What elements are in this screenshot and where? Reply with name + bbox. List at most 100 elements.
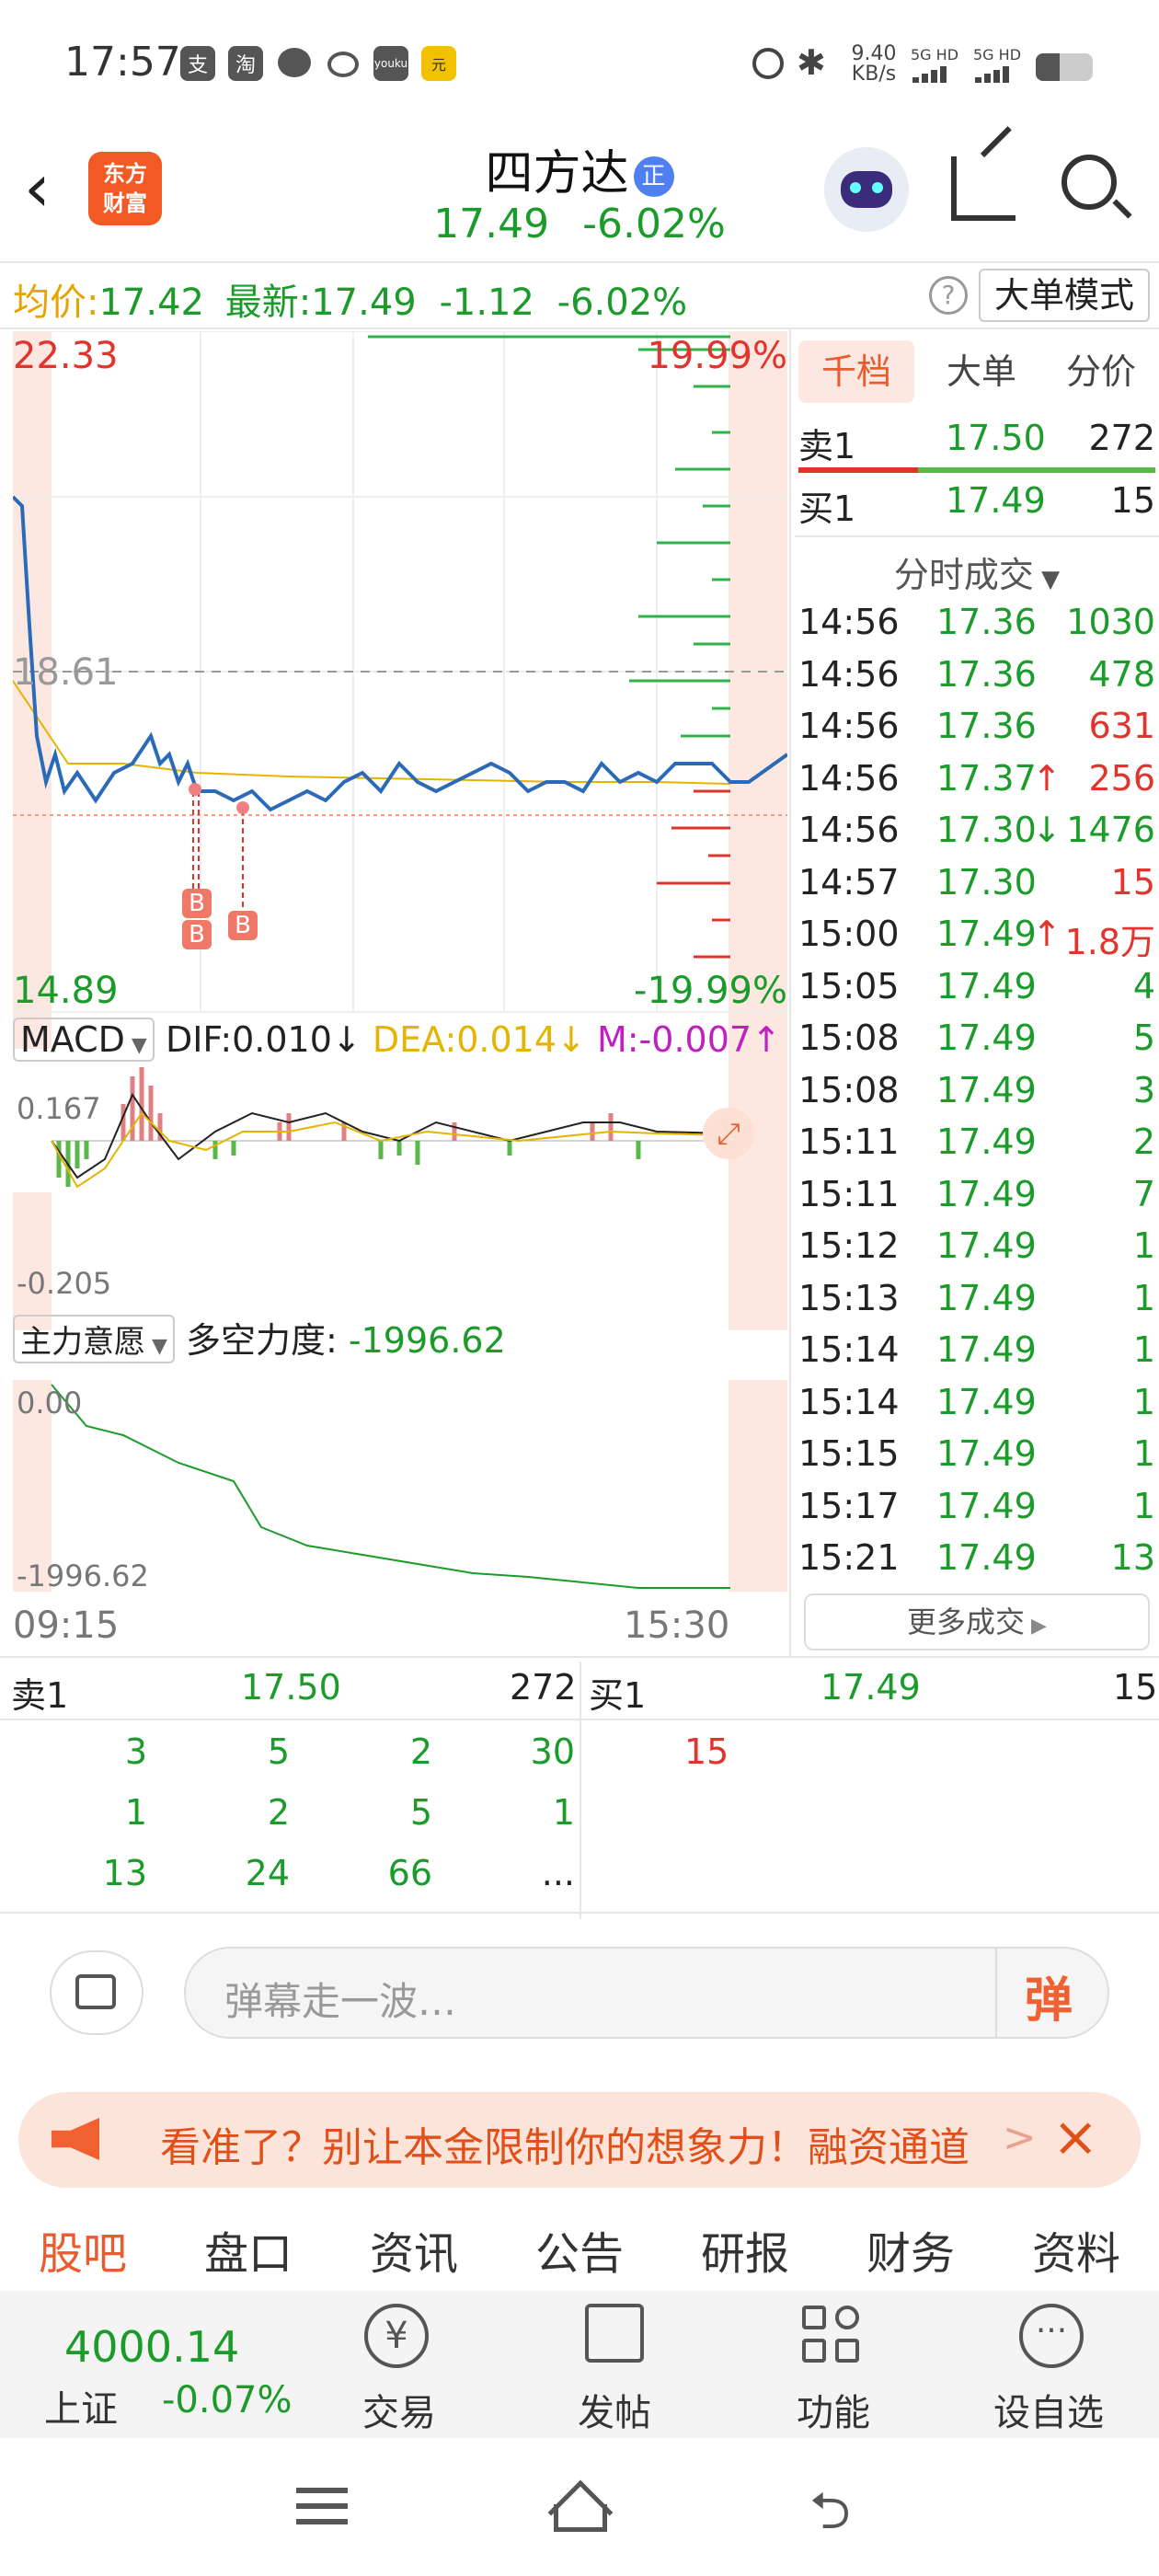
tick-volume: 1.8万 [1064, 922, 1155, 962]
battery-icon [1036, 53, 1093, 81]
ob-sell-cell: 1 [124, 1792, 147, 1833]
bottom-tab[interactable]: 股吧 [0, 2217, 166, 2282]
tick-volume: 256 [1088, 757, 1155, 799]
ob-sell-cell: 13 [102, 1853, 147, 1893]
expand-icon[interactable]: ⤢ [703, 1108, 754, 1159]
alipay-icon: 支 [180, 46, 215, 81]
grid-icon[interactable] [802, 2306, 861, 2364]
tick-volume: 7 [1132, 1173, 1155, 1214]
yen-icon[interactable]: ¥ [364, 2304, 429, 2368]
tick-price: 17.36 [936, 706, 1037, 746]
youku-icon: youku [373, 46, 408, 81]
more-icon[interactable]: ··· [1019, 2304, 1084, 2368]
macd-top-label: 0.167 [17, 1091, 101, 1126]
share-icon[interactable] [951, 126, 1016, 221]
tick-time: 14:56 [798, 810, 900, 850]
buy1-row: 买1 17.49 15 [798, 480, 1155, 535]
tick-price: 17.49 [936, 914, 1037, 954]
bottom-tab[interactable]: 公告 [497, 2217, 662, 2282]
watchlist-label[interactable]: 设自选 [993, 2383, 1104, 2436]
more-trades-button[interactable]: 更多成交 ▶ [804, 1593, 1150, 1650]
post-label[interactable]: 发帖 [578, 2383, 651, 2436]
ob-sell-row: 3 5 2 30 [0, 1731, 580, 1792]
chart-low-pct-label: -19.99% [634, 970, 787, 1012]
tick-price: 17.30 [936, 810, 1037, 850]
tick-price: 17.49 [936, 1277, 1037, 1318]
index-widget[interactable]: 4000.14 [64, 2322, 239, 2372]
menu-icon[interactable] [296, 2488, 348, 2528]
tick-arrow: ↑ [1032, 757, 1061, 799]
help-icon[interactable]: ? [929, 276, 968, 315]
comment-settings-button[interactable] [50, 1950, 143, 2035]
function-label[interactable]: 功能 [797, 2383, 870, 2436]
tick-price: 17.36 [936, 653, 1037, 695]
signal-2-icon [975, 64, 1019, 83]
macd-selector[interactable]: MACD ▼ [13, 1018, 155, 1062]
app-icon: 元 [421, 46, 456, 81]
chart-ref-label: 18.61 [13, 651, 119, 694]
zl-selector[interactable]: 主力意愿 ▼ [13, 1315, 175, 1363]
ratio-bar [798, 467, 1155, 473]
chart-high-label: 22.33 [13, 335, 119, 377]
sell1-label: 卖1 [798, 426, 856, 466]
tick-price: 17.49 [936, 1537, 1037, 1578]
macd-m: M:-0.007 [596, 1019, 752, 1060]
stock-name: 四方达 [485, 146, 629, 201]
chart-high-pct-label: 19.99% [647, 335, 787, 377]
big-order-mode-button[interactable]: 大单模式 [979, 269, 1150, 322]
tick-volume: 1 [1132, 1381, 1155, 1422]
ob-buy-cell: 15 [684, 1731, 729, 1772]
tick-time: 15:11 [798, 1173, 900, 1214]
stock-price: 17.49 [433, 201, 550, 247]
tab-qiandang[interactable]: 千档 [798, 340, 914, 403]
tick-price: 17.49 [936, 1381, 1037, 1422]
bottom-tab[interactable]: 研报 [662, 2217, 828, 2282]
buy-marker-2[interactable]: B [182, 920, 212, 949]
latest-label: 最新: [224, 282, 312, 324]
ob-sell-label: 卖1 [11, 1675, 69, 1716]
ob-sell-cell: 66 [387, 1853, 432, 1893]
zl-bottom-label: -1996.62 [17, 1558, 149, 1593]
tab-fenjia[interactable]: 分价 [1043, 340, 1159, 403]
bottom-tab[interactable]: 资讯 [331, 2217, 497, 2282]
chart-area: 22.33 19.99% 18.61 14.89 -19.99% B B B M… [13, 331, 787, 1656]
macd-dif: DIF:0.010 [165, 1019, 332, 1060]
tick-row: 15:21 17.49 13 [798, 1537, 1155, 1590]
home-icon[interactable] [547, 2479, 614, 2546]
trade-label[interactable]: 交易 [362, 2383, 436, 2436]
tick-time: 15:14 [798, 1381, 900, 1422]
chart-low-label: 14.89 [13, 970, 119, 1012]
tick-row: 14:56 17.37 ↑ 256 [798, 758, 1155, 811]
search-icon[interactable] [1061, 155, 1132, 219]
ob-sell-cell: ... [541, 1853, 575, 1893]
tick-time: 15:12 [798, 1225, 900, 1266]
tick-volume: 5 [1132, 1018, 1155, 1058]
danmu-input[interactable]: 弹幕走一波… 弹 [184, 1947, 1109, 2039]
bottom-tabs: 股吧 盘口 资讯 公告 研报 财务 资料 [0, 2204, 1159, 2289]
tab-dadan[interactable]: 大单 [924, 340, 1039, 403]
ticks-header[interactable]: 分时成交 ▼ [795, 546, 1159, 597]
bottom-tab[interactable]: 财务 [828, 2217, 993, 2282]
bottom-tab[interactable]: 盘口 [166, 2217, 331, 2282]
order-book: 卖1 17.50 272 买1 17.49 15 3 5 2 30 1 2 5 1 13 24 66… [0, 1662, 1159, 1919]
danmu-placeholder: 弹幕走一波… [224, 1979, 457, 2024]
chevron-down-icon: ▼ [1033, 566, 1061, 593]
tick-price: 17.37 [936, 757, 1037, 799]
edit-icon[interactable] [585, 2304, 644, 2363]
promo-banner[interactable]: 看准了？别让本金限制你的想象力！融资通道 > × [18, 2092, 1141, 2188]
zl-top-label: 0.00 [17, 1386, 83, 1420]
bottom-tab[interactable]: 资料 [993, 2217, 1159, 2282]
tick-row: 15:08 17.49 3 [798, 1070, 1155, 1122]
danmu-button[interactable]: 弹 [1025, 1961, 1089, 2029]
bottom-toolbar: 4000.14 上证 -0.07% ¥ 交易 发帖 功能 ··· 设自选 [0, 2291, 1159, 2438]
ob-buy-label: 买1 [589, 1675, 647, 1716]
robot-avatar-icon[interactable] [824, 147, 909, 232]
ob-buy-row: 15 [581, 1731, 1159, 1792]
chevron-down-icon: ▼ [124, 1034, 147, 1057]
close-icon[interactable]: × [1052, 2105, 1098, 2169]
tick-row: 15:11 17.49 2 [798, 1121, 1155, 1174]
buy-marker-3[interactable]: B [228, 911, 258, 940]
tick-time: 15:13 [798, 1277, 900, 1318]
buy-marker-1[interactable]: B [182, 889, 212, 918]
back-nav-icon[interactable]: ⮌ [809, 2486, 851, 2537]
